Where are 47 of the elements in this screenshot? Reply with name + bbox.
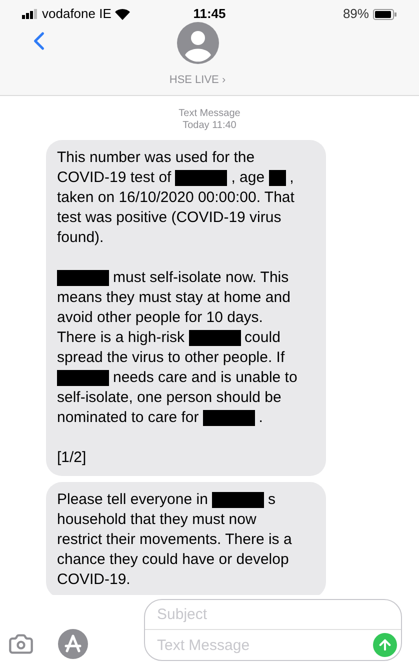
app-store-icon[interactable] (58, 629, 88, 659)
message-text: needs care and is unable to (113, 368, 298, 388)
wifi-icon (115, 8, 130, 20)
message-text: could (244, 328, 280, 348)
message-text: . (258, 408, 263, 428)
message-text: means they must stay at home and (57, 288, 290, 308)
message-text: chance they could have or develop (57, 550, 289, 570)
clock: 11:45 (193, 5, 226, 24)
message-text: avoid other people for 10 days. (57, 308, 263, 328)
message-text: [1/2] (57, 448, 86, 468)
message-field[interactable]: Subject Text Message (144, 599, 402, 661)
message-text: , (290, 168, 294, 188)
redaction-bar (268, 170, 286, 186)
message-text: , age (231, 168, 265, 188)
message-timestamp: Today 11:40 (182, 120, 236, 132)
redaction-bar (202, 410, 255, 426)
message-text: taken on 16/10/2020 00:00:00. That (57, 188, 294, 208)
carrier-name: vodafone IE (42, 5, 112, 24)
redaction-bar (188, 330, 241, 346)
text-message-field[interactable]: Text Message (145, 630, 373, 660)
message-text: There is a high-risk (57, 328, 185, 348)
message-text: s (268, 490, 276, 510)
contact-name[interactable]: HSE LIVE › (169, 72, 226, 88)
message-text: test was positive (COVID-19 virus (57, 208, 282, 228)
redaction-bar (212, 492, 264, 508)
message-text: must self-isolate now. This (113, 268, 289, 288)
redaction-bar (175, 170, 228, 186)
avatar-icon (176, 22, 218, 64)
message-text: restrict their movements. There is a (57, 530, 292, 550)
message-text: Please tell everyone in (57, 490, 208, 510)
signal-icon (22, 9, 38, 19)
send-button[interactable] (373, 633, 397, 657)
redaction-bar (57, 270, 109, 286)
message-text: This number was used for the (57, 148, 255, 168)
message-text: found). (57, 228, 104, 248)
send-icon (377, 637, 393, 653)
message-text: household that they must now (57, 510, 256, 530)
message-text: COVID-19 test of (57, 168, 172, 188)
message-text: self-isolate, one person should be (57, 388, 282, 408)
message-text: spread the virus to other people. If (57, 348, 285, 368)
subject-field[interactable]: Subject (145, 600, 401, 630)
redaction-bar (57, 370, 109, 386)
message-text: nominated to care for (57, 408, 199, 428)
service-label: Text Message (178, 108, 240, 120)
battery-percent: 89% (342, 5, 369, 24)
message-text: COVID-19. (57, 570, 130, 590)
battery-icon (372, 8, 397, 20)
